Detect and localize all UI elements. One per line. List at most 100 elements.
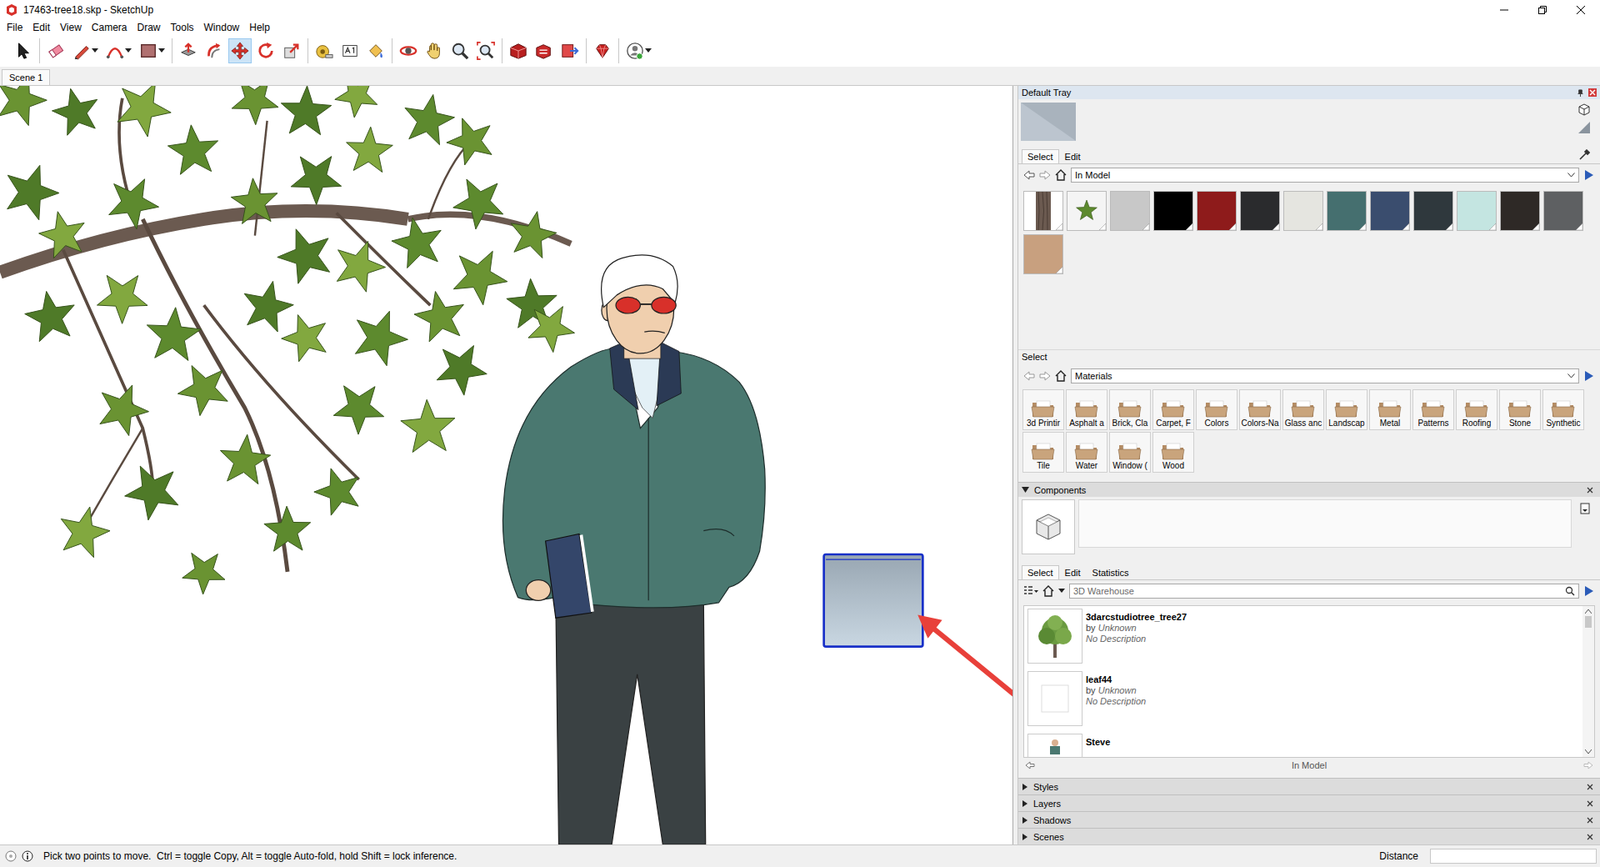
tool-button[interactable] <box>228 38 252 64</box>
collection-dropdown[interactable]: In Model <box>1070 167 1580 183</box>
tray-panel-header[interactable]: Shadows <box>1018 810 1600 828</box>
tool-button[interactable] <box>506 38 530 64</box>
menu-item[interactable]: Tools <box>165 21 200 34</box>
tool-button[interactable] <box>70 38 101 64</box>
minimize-button[interactable] <box>1485 0 1524 20</box>
tool-button[interactable] <box>280 38 304 64</box>
info-icon[interactable] <box>21 850 34 862</box>
material-folder[interactable]: Colors <box>1195 389 1238 430</box>
material-swatch[interactable] <box>1238 189 1282 233</box>
material-folder[interactable]: Metal <box>1369 389 1411 430</box>
material-folder[interactable]: Wood <box>1152 431 1195 473</box>
geolocation-icon[interactable] <box>5 850 17 862</box>
home-icon[interactable] <box>1042 585 1055 597</box>
material-swatch[interactable] <box>1498 189 1542 233</box>
material-folder[interactable]: 3d Printir <box>1022 389 1065 430</box>
material-swatch[interactable] <box>1108 189 1152 233</box>
person-figure[interactable] <box>502 255 765 845</box>
list-scrollbar[interactable] <box>1582 605 1595 757</box>
tab[interactable]: Edit <box>1059 565 1087 580</box>
material-folder[interactable]: Asphalt a <box>1065 389 1108 430</box>
close-icon[interactable] <box>1588 88 1597 97</box>
material-swatch[interactable] <box>1195 189 1239 233</box>
material-swatch[interactable] <box>1065 189 1109 233</box>
menu-item[interactable]: Camera <box>86 21 133 34</box>
library-dropdown[interactable]: Materials <box>1070 368 1580 384</box>
menu-item[interactable]: Help <box>244 21 275 34</box>
menu-item[interactable]: Window <box>199 21 245 34</box>
back-icon[interactable] <box>1023 169 1035 181</box>
tool-button[interactable] <box>623 38 655 64</box>
tool-button[interactable] <box>254 38 278 64</box>
close-icon[interactable] <box>1586 816 1594 824</box>
material-swatch[interactable] <box>1021 189 1065 233</box>
tool-button[interactable] <box>44 38 68 64</box>
tool-button[interactable] <box>312 38 336 64</box>
tray-panel-header[interactable]: Scenes <box>1018 827 1600 845</box>
details-icon[interactable] <box>1583 585 1595 597</box>
tool-button[interactable] <box>532 38 556 64</box>
scene-tab[interactable]: Scene 1 <box>1 69 50 85</box>
detail-toggle-icon[interactable] <box>1580 502 1590 515</box>
forward-icon[interactable] <box>1039 169 1051 181</box>
forward-icon[interactable] <box>1039 370 1051 382</box>
scroll-down-icon[interactable] <box>1585 749 1592 755</box>
material-swatch[interactable] <box>1325 189 1369 233</box>
tool-button[interactable] <box>103 38 135 64</box>
material-swatch[interactable] <box>1411 189 1455 233</box>
material-folder[interactable]: Roofing <box>1455 389 1498 430</box>
tool-button[interactable] <box>364 38 388 64</box>
material-swatch[interactable] <box>1541 189 1585 233</box>
material-folder[interactable]: Window ( <box>1109 431 1151 473</box>
eyedropper-icon[interactable] <box>1578 149 1590 161</box>
search-icon[interactable] <box>1565 585 1575 596</box>
menu-item[interactable]: Draw <box>132 21 166 34</box>
close-icon[interactable] <box>1586 783 1594 790</box>
close-button[interactable] <box>1561 0 1600 20</box>
material-folder[interactable]: Glass anc <box>1282 389 1325 430</box>
material-swatch[interactable] <box>1021 232 1065 276</box>
close-icon[interactable] <box>1586 800 1594 807</box>
tool-button[interactable] <box>448 38 472 64</box>
menu-item[interactable]: Edit <box>27 21 55 34</box>
material-folder[interactable]: Landscap <box>1325 389 1368 430</box>
scroll-up-icon[interactable] <box>1585 608 1592 614</box>
tool-button[interactable] <box>558 38 582 64</box>
back-icon[interactable] <box>1025 760 1035 770</box>
restore-button[interactable] <box>1523 0 1562 20</box>
tool-button[interactable] <box>474 38 498 64</box>
view-options-icon[interactable] <box>1023 585 1039 597</box>
material-folder[interactable]: Water <box>1065 431 1108 473</box>
home-icon[interactable] <box>1055 169 1067 181</box>
measurements-field[interactable] <box>1430 848 1597 864</box>
material-folder[interactable]: Carpet, F <box>1152 389 1195 430</box>
component-item[interactable]: Steve <box>1024 730 1583 757</box>
home-icon[interactable] <box>1055 370 1067 382</box>
details-icon[interactable] <box>1583 169 1595 181</box>
tray-panel-header[interactable]: Layers <box>1018 794 1600 811</box>
pin-icon[interactable] <box>1576 89 1585 97</box>
material-swatch[interactable] <box>1368 189 1412 233</box>
tool-button[interactable] <box>590 38 615 64</box>
tab[interactable]: Statistics <box>1086 565 1135 580</box>
drawing-viewport[interactable] <box>0 85 1014 845</box>
tray-panel-header[interactable]: Styles <box>1018 777 1600 795</box>
component-item[interactable]: leaf44 by Unknown No Description <box>1024 668 1583 731</box>
close-icon[interactable] <box>1586 833 1594 840</box>
components-header[interactable]: Components <box>1018 481 1600 497</box>
tool-button[interactable] <box>338 38 362 64</box>
tree-branch-drawing[interactable] <box>0 85 575 595</box>
tool-button[interactable] <box>136 38 168 64</box>
tool-button[interactable] <box>396 38 420 64</box>
tab[interactable]: Edit <box>1059 149 1087 164</box>
material-folder[interactable]: Tile <box>1022 431 1065 473</box>
tool-button[interactable] <box>422 38 446 64</box>
default-material-icon[interactable] <box>1577 120 1591 135</box>
details-icon[interactable] <box>1583 370 1595 382</box>
selected-box[interactable] <box>824 554 924 647</box>
tool-button[interactable] <box>202 38 226 64</box>
menu-item[interactable]: View <box>55 21 87 34</box>
close-icon[interactable] <box>1586 486 1594 494</box>
material-swatch[interactable] <box>1281 189 1325 233</box>
model-canvas[interactable] <box>0 85 1013 845</box>
